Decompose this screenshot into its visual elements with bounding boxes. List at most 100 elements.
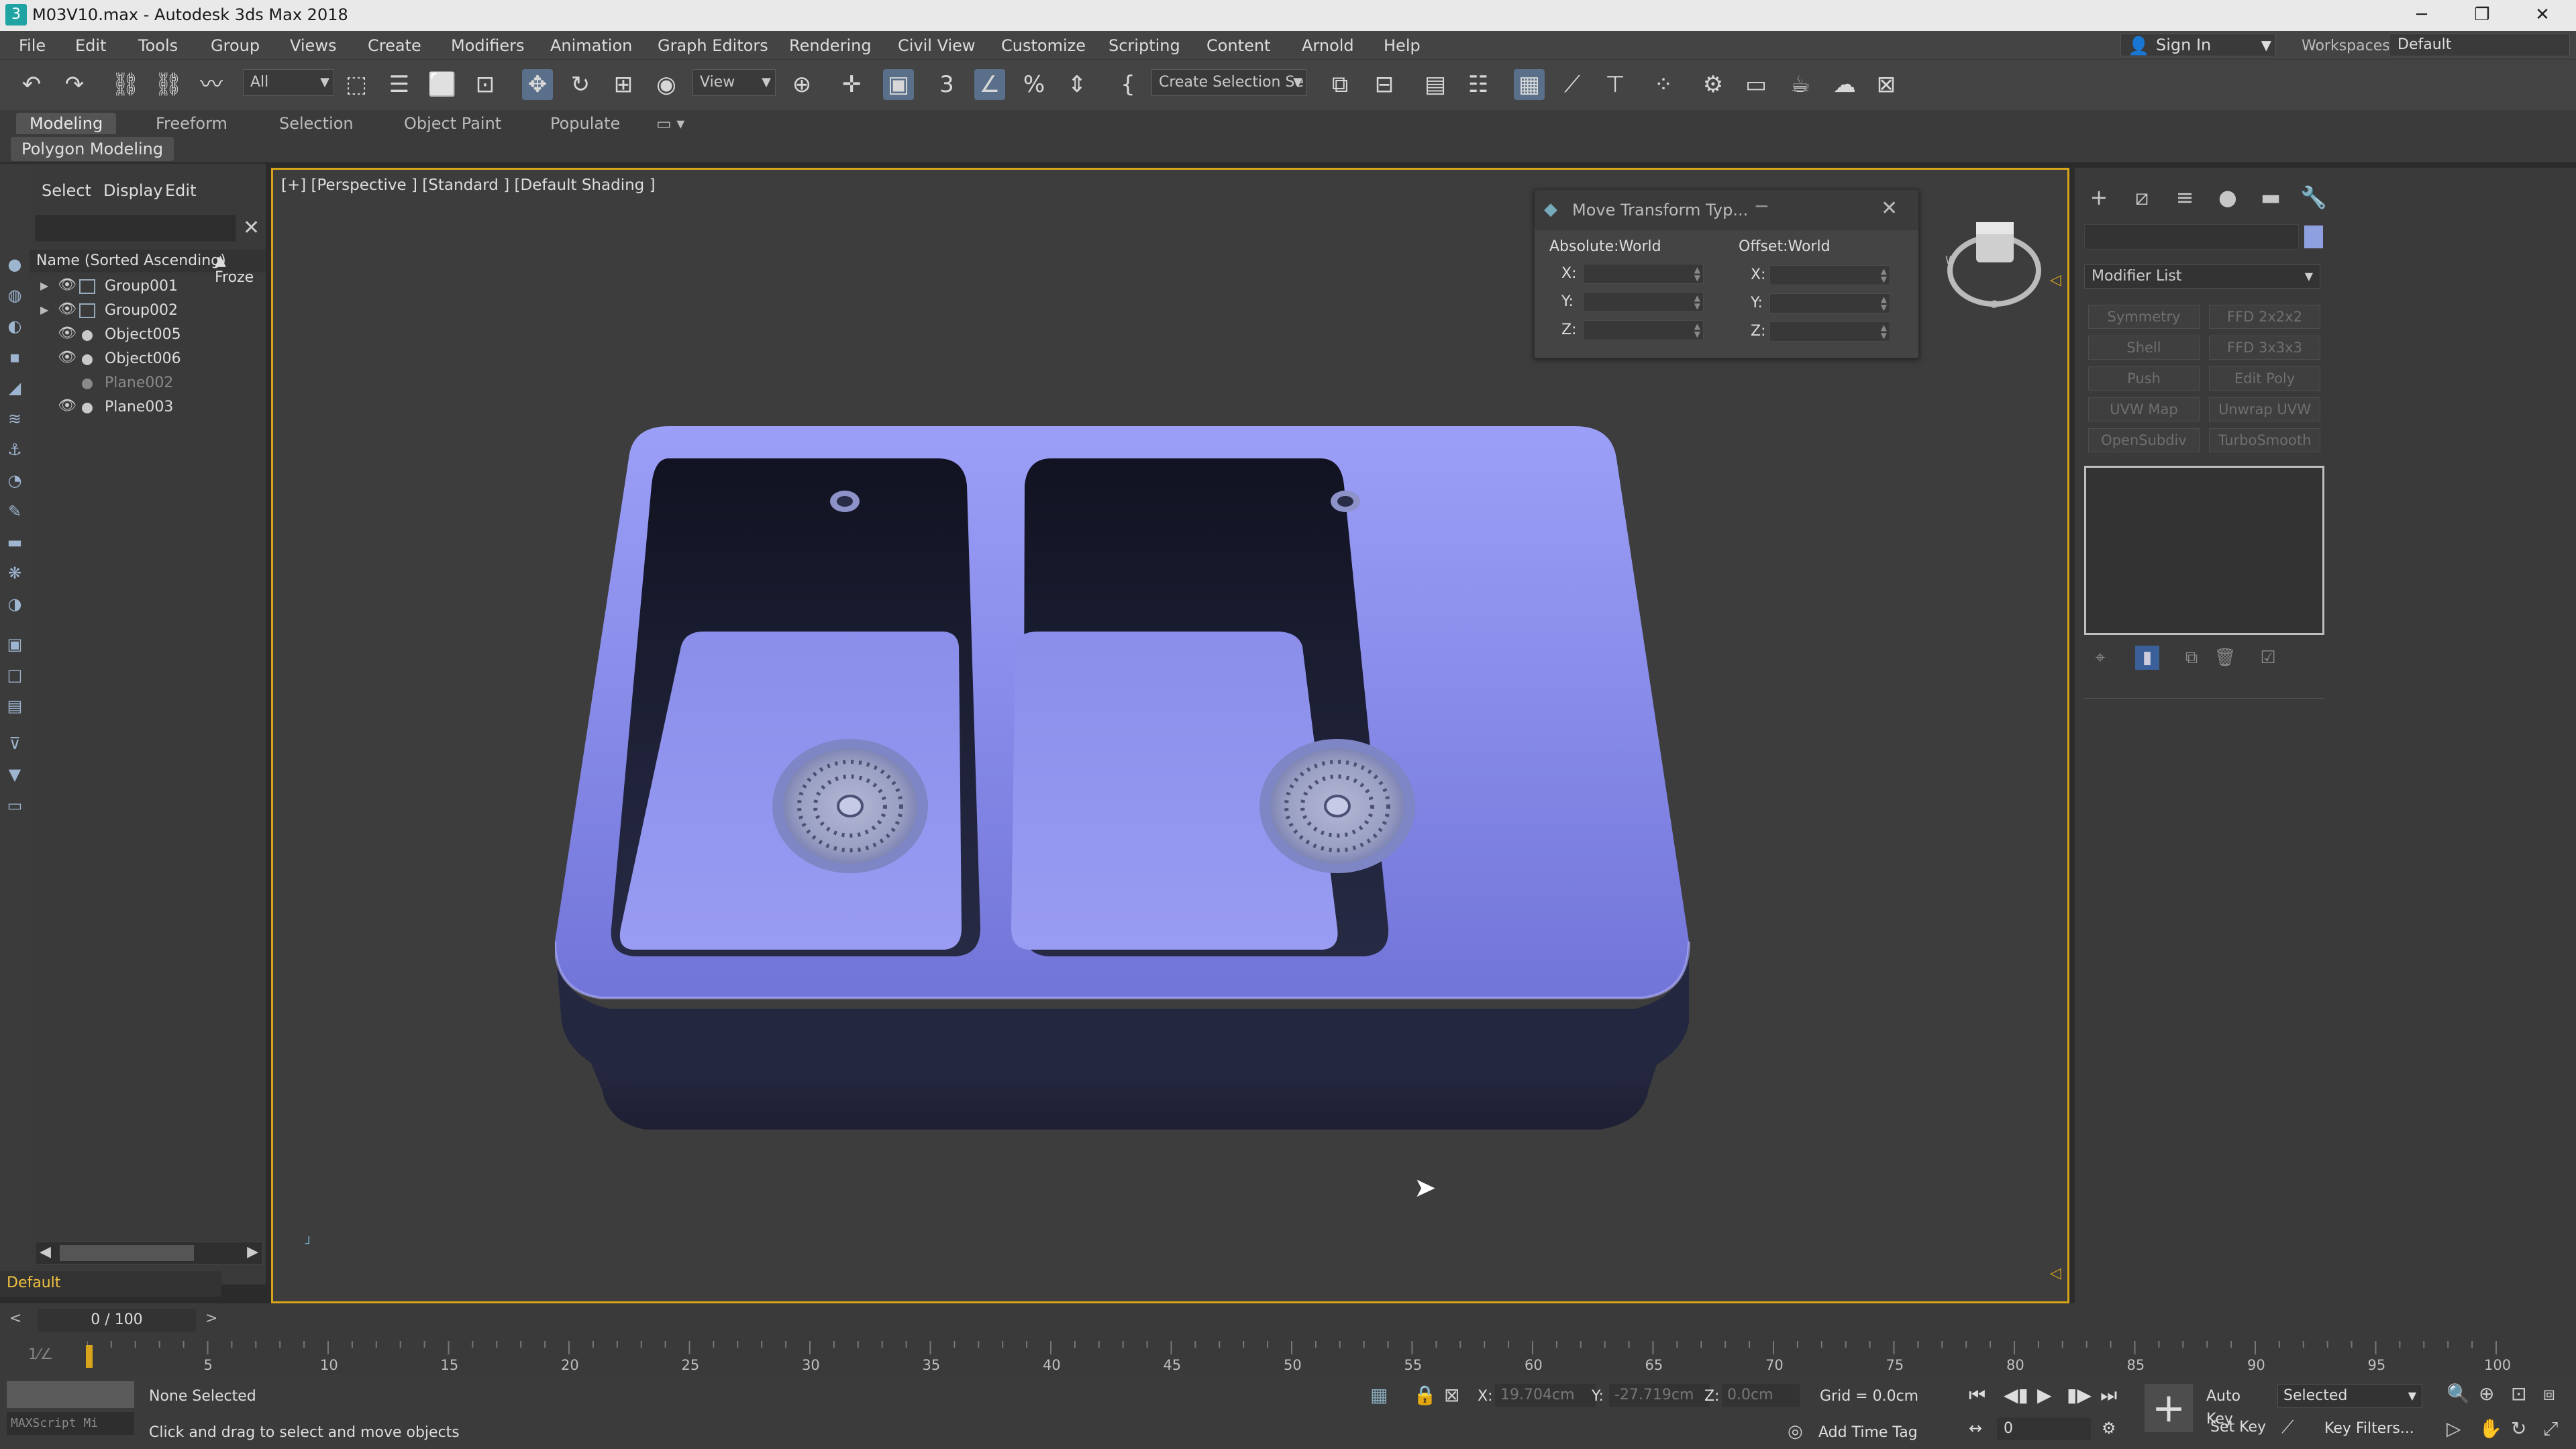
play-icon[interactable]: ▶: [2037, 1384, 2052, 1406]
open-mini-curve-editor-icon[interactable]: 1⁄∠: [28, 1346, 53, 1363]
selection-lock-toggle-icon[interactable]: 🔒: [1413, 1384, 1437, 1406]
show-end-result-icon[interactable]: ▮: [2135, 646, 2159, 670]
pivot-center-icon[interactable]: ⊕: [786, 69, 817, 100]
close-icon[interactable]: ✕: [1881, 197, 1898, 220]
menu-civil-view[interactable]: Civil View: [898, 36, 976, 55]
time-configuration-icon[interactable]: ⚙: [2102, 1419, 2116, 1438]
zoom-extents-all-icon[interactable]: ⧈: [2543, 1383, 2555, 1405]
field-of-view-icon[interactable]: ▷: [2446, 1417, 2461, 1440]
time-tag-icon[interactable]: ◎: [1788, 1421, 1803, 1442]
unwrap-uvw-button[interactable]: Unwrap UVW: [2209, 397, 2320, 421]
maxscript-listener-input[interactable]: [7, 1381, 134, 1408]
eye-icon[interactable]: 👁: [58, 397, 76, 414]
next-frame-icon[interactable]: >: [205, 1310, 217, 1327]
explorer-row-group002[interactable]: ▶ 👁 Group002: [30, 299, 266, 323]
column-name-header[interactable]: Name (Sorted Ascending): [36, 252, 226, 269]
pin-stack-icon[interactable]: ⌖: [2088, 646, 2112, 670]
hierarchy-tab-icon[interactable]: ≡: [2170, 183, 2200, 212]
shell-button[interactable]: Shell: [2088, 336, 2200, 360]
edit-poly-button[interactable]: Edit Poly: [2209, 366, 2320, 391]
window-crossing-icon[interactable]: ⊡: [470, 69, 501, 100]
clear-search-icon[interactable]: ✕: [243, 216, 260, 240]
set-key-button[interactable]: Set Key: [2210, 1419, 2266, 1436]
render-setup-icon[interactable]: ⚙: [1698, 69, 1729, 100]
select-none-icon[interactable]: □: [4, 664, 25, 686]
menu-content[interactable]: Content: [1206, 36, 1270, 55]
spinner-snap-icon[interactable]: ⇕: [1062, 69, 1092, 100]
ribbon-options-icon[interactable]: ▭ ▾: [643, 113, 698, 134]
explorer-row-group001[interactable]: ▶ 👁 Group001: [30, 275, 266, 299]
modifier-list-dropdown[interactable]: Modifier List ▼: [2084, 264, 2320, 289]
restore-button[interactable]: ❐: [2452, 0, 2512, 31]
set-keys-icon[interactable]: +: [2145, 1384, 2193, 1432]
motion-tab-icon[interactable]: ●: [2213, 183, 2243, 212]
maximize-viewport-icon[interactable]: ⤢: [2543, 1417, 2558, 1440]
add-time-tag-button[interactable]: Add Time Tag: [1818, 1424, 1918, 1441]
key-mode-toggle-icon[interactable]: ↔: [1969, 1419, 1982, 1438]
redo-icon[interactable]: ↷: [59, 69, 90, 100]
absolute-relative-toggle-icon[interactable]: ⊠: [1444, 1384, 1459, 1406]
select-and-place-icon[interactable]: ◉: [651, 69, 682, 100]
scroll-left-icon[interactable]: ◀: [40, 1244, 51, 1260]
symmetry-button[interactable]: Symmetry: [2088, 305, 2200, 329]
keyboard-shortcut-override-icon[interactable]: ✛: [836, 69, 867, 100]
configure-modifier-sets-icon[interactable]: ☑: [2256, 646, 2280, 670]
zoom-icon[interactable]: 🔍: [2446, 1383, 2470, 1405]
menu-tools[interactable]: Tools: [138, 36, 178, 55]
workspace-dropdown[interactable]: Default: [2389, 34, 2570, 56]
viewport-label-menu[interactable]: [+] [Perspective ] [Standard ] [Default …: [281, 177, 656, 194]
filter-icon[interactable]: ⊽: [4, 733, 25, 754]
eye-icon[interactable]: 👁: [58, 277, 76, 293]
create-tab-icon[interactable]: +: [2084, 183, 2114, 212]
display-xrefs-icon[interactable]: ✎: [4, 501, 25, 522]
sign-in-dropdown[interactable]: 👤 Sign In ▼: [2120, 34, 2276, 56]
default-in-out-tangents-icon[interactable]: ⟋: [2281, 1417, 2294, 1438]
expand-arrow-icon[interactable]: ▶: [40, 303, 48, 316]
explorer-menu-select[interactable]: Select: [42, 181, 91, 200]
curve-editor-icon[interactable]: ⟋: [1557, 69, 1588, 100]
rendered-frame-window-icon[interactable]: ▭: [1741, 69, 1771, 100]
utilities-tab-icon[interactable]: 🔧: [2299, 183, 2328, 212]
offset-x-input[interactable]: ▲ ▼: [1769, 265, 1890, 285]
x-coord-input[interactable]: 19.704cm: [1495, 1384, 1596, 1407]
menu-group[interactable]: Group: [211, 36, 260, 55]
layer-explorer-icon[interactable]: ☷: [1463, 69, 1494, 100]
y-coord-input[interactable]: -27.719cm: [1609, 1384, 1710, 1407]
display-lights-icon[interactable]: ▪: [4, 346, 25, 368]
explorer-row-plane002[interactable]: Plane002: [30, 372, 266, 396]
polygon-modeling-panel[interactable]: Polygon Modeling: [11, 137, 174, 161]
frame-display[interactable]: 0 / 100: [38, 1309, 196, 1332]
modify-tab-icon[interactable]: ⧄: [2127, 183, 2157, 212]
uvw-map-button[interactable]: UVW Map: [2088, 397, 2200, 421]
explorer-row-plane003[interactable]: 👁 Plane003: [30, 396, 266, 420]
display-tab-icon[interactable]: ▬: [2256, 183, 2285, 212]
ffd-2x2x2-button[interactable]: FFD 2x2x2: [2209, 305, 2320, 329]
funnel-icon[interactable]: ▼: [4, 764, 25, 785]
explorer-menu-display[interactable]: Display: [103, 181, 162, 200]
dialog-title-bar[interactable]: ◆ Move Transform Typ... ─ ✕: [1535, 190, 1918, 230]
key-selection-dropdown[interactable]: Selected ▼: [2277, 1384, 2422, 1408]
unlink-icon[interactable]: ⛓: [153, 69, 184, 100]
display-groups-icon[interactable]: ◔: [4, 470, 25, 491]
turbosmooth-button[interactable]: TurboSmooth: [2209, 428, 2320, 452]
render-in-cloud-icon[interactable]: ☁: [1829, 69, 1860, 100]
display-geometry-icon[interactable]: ◍: [4, 285, 25, 306]
schematic-view-icon[interactable]: ⊤: [1600, 69, 1631, 100]
menu-customize[interactable]: Customize: [1001, 36, 1086, 55]
display-containers-icon[interactable]: ❋: [4, 562, 25, 584]
tab-object-paint[interactable]: Object Paint: [391, 113, 515, 134]
make-unique-icon[interactable]: ⧉: [2179, 646, 2204, 670]
percent-snap-icon[interactable]: %: [1019, 69, 1049, 100]
explorer-search-input[interactable]: [35, 215, 236, 242]
time-slider[interactable]: < 0 / 100 >: [0, 1303, 2576, 1341]
menu-edit[interactable]: Edit: [75, 36, 106, 55]
scene-explorer-toggle-icon[interactable]: ▤: [1420, 69, 1451, 100]
angle-snap-icon[interactable]: ∠: [974, 69, 1005, 100]
opensubdiv-button[interactable]: OpenSubdiv: [2088, 428, 2200, 452]
tab-freeform[interactable]: Freeform: [142, 113, 241, 134]
select-by-name-icon[interactable]: ☰: [384, 69, 415, 100]
zoom-all-icon[interactable]: ⊕: [2479, 1383, 2494, 1405]
z-coord-input[interactable]: 0.0cm: [1722, 1384, 1800, 1407]
ffd-3x3x3-button[interactable]: FFD 3x3x3: [2209, 336, 2320, 360]
a360-gallery-icon[interactable]: ⊠: [1871, 69, 1902, 100]
